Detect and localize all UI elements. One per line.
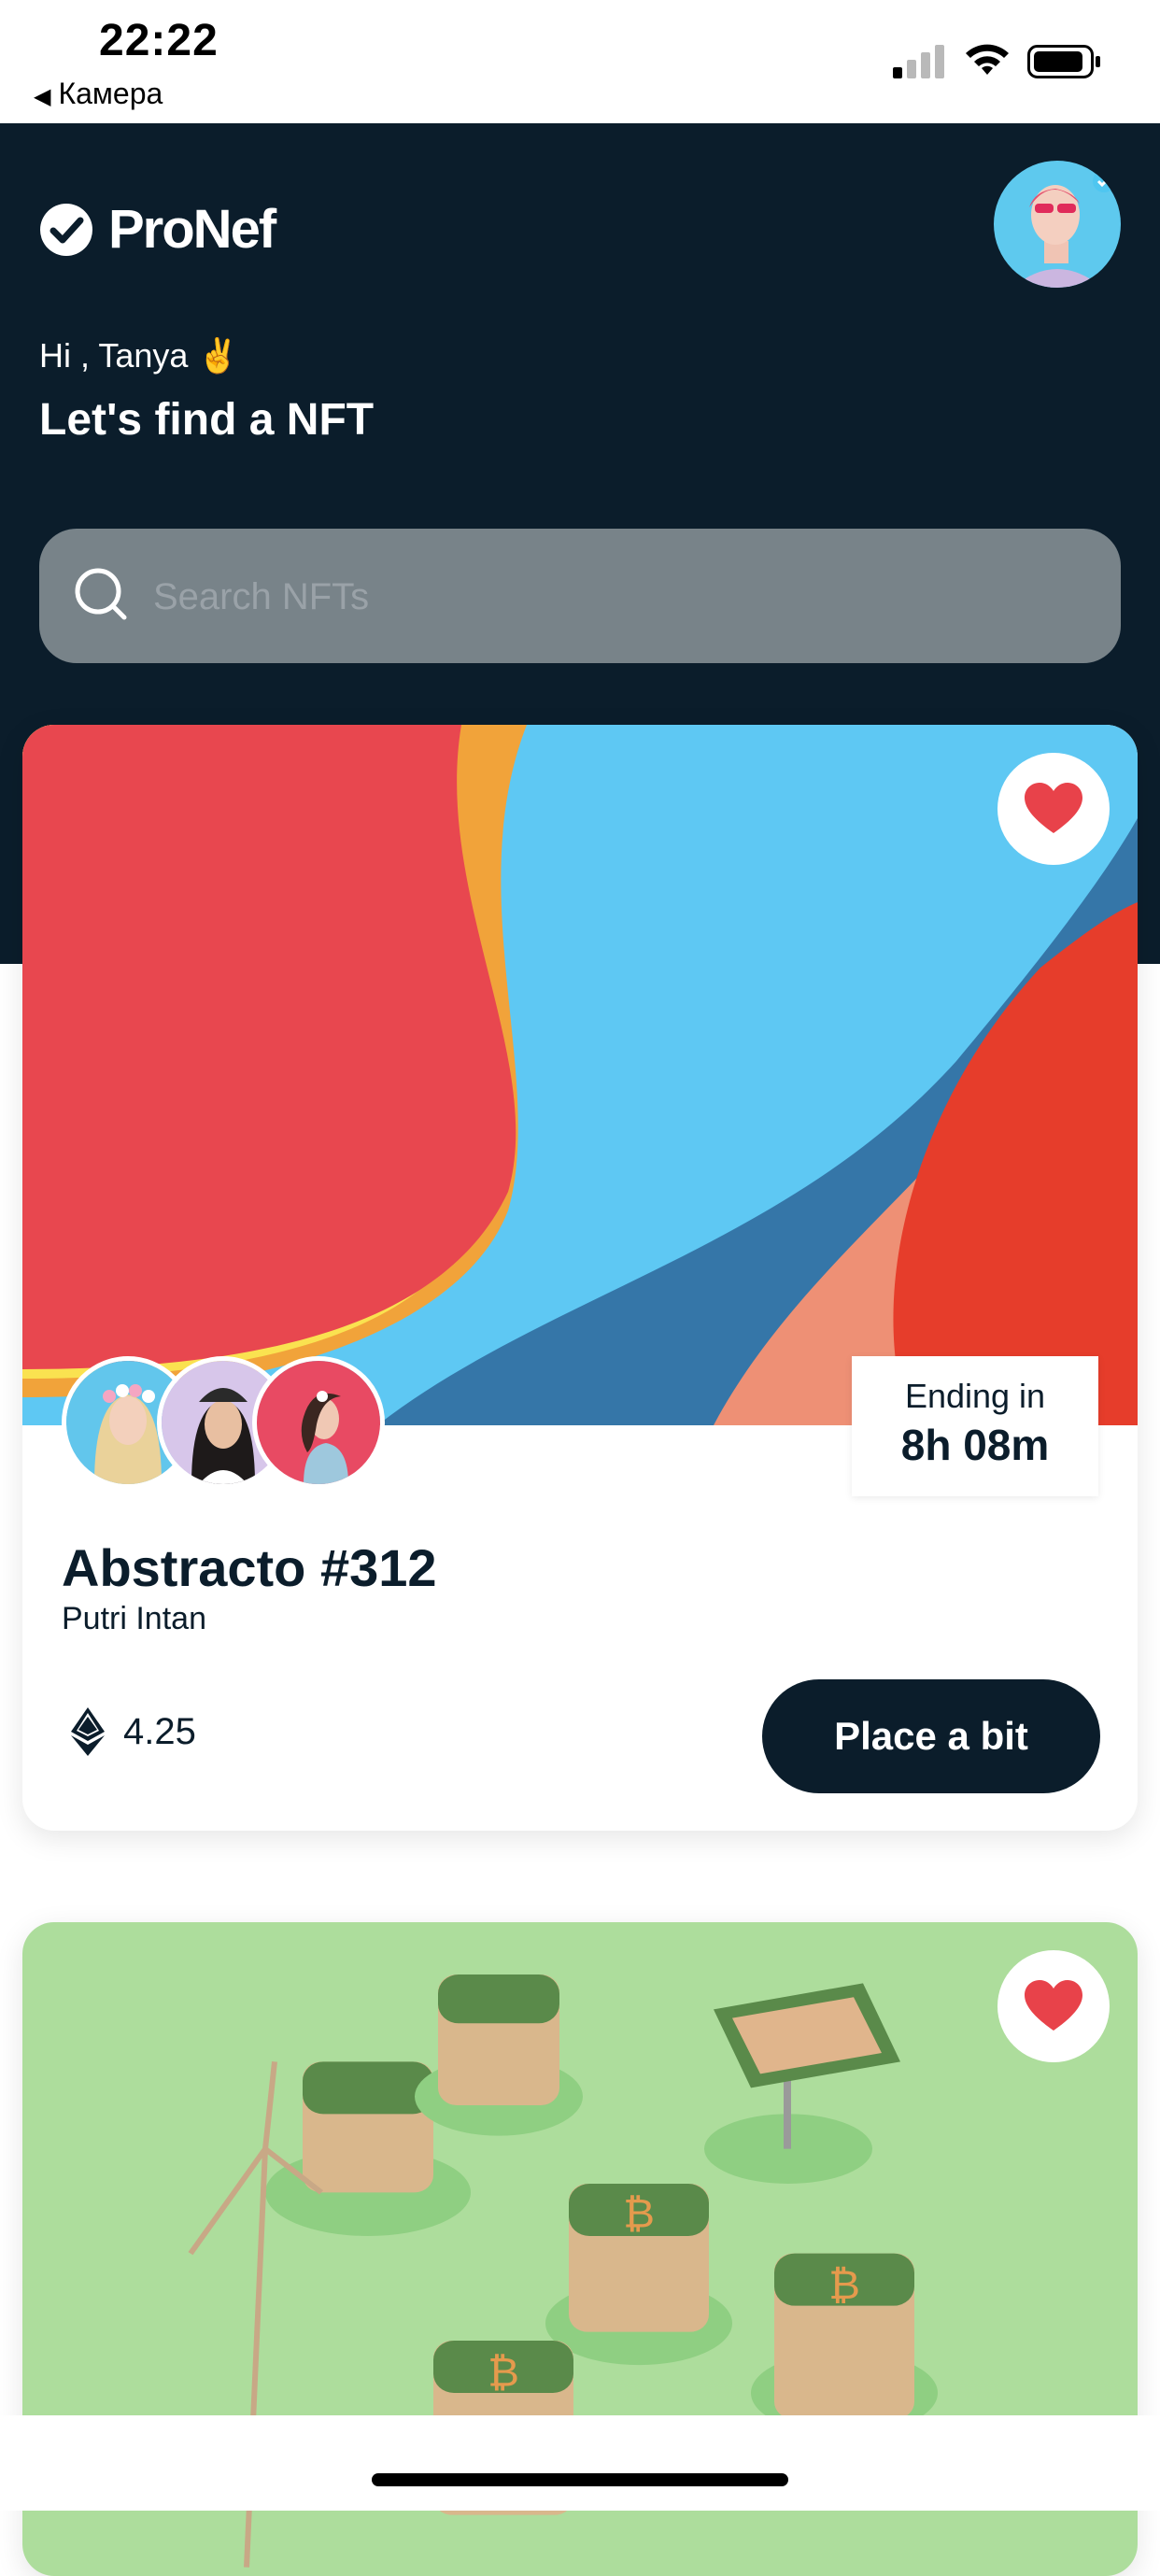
nft-price: 4.25 <box>71 1707 196 1756</box>
owner-avatars <box>62 1356 417 1489</box>
back-arrow-icon: ◀ <box>34 84 51 109</box>
heart-icon <box>1025 783 1082 833</box>
status-bar: 22:22 ◀ Камера <box>0 0 1160 123</box>
nft-card[interactable]: Ending in 8h 08m Abstracto #312 Putri In… <box>22 725 1138 1831</box>
user-avatar[interactable] <box>994 161 1121 288</box>
ending-time: 8h 08m <box>900 1421 1050 1469</box>
search-bar[interactable] <box>39 529 1121 665</box>
wifi-icon <box>966 44 1009 75</box>
search-icon <box>75 568 127 620</box>
svg-text:₿: ₿ <box>488 2351 519 2395</box>
ethereum-icon <box>71 1707 105 1756</box>
back-to-app-link[interactable]: ◀ Камера <box>34 77 163 111</box>
svg-text:₿: ₿ <box>828 2264 860 2308</box>
check-logo-icon <box>40 203 92 256</box>
owner-avatar-image <box>257 1361 380 1484</box>
nft-artwork-image <box>22 725 1138 1425</box>
back-app-label: Камера <box>58 77 163 110</box>
ending-label: Ending in <box>904 1377 1046 1415</box>
nft-author: Putri Intan <box>62 1601 206 1636</box>
cellular-signal-icon <box>893 45 944 78</box>
greeting-text: Hi , Tanya ✌️ <box>39 336 240 375</box>
auction-timer: Ending in 8h 08m <box>852 1356 1098 1496</box>
home-indicator-area <box>0 2415 1160 2511</box>
favorite-button[interactable] <box>997 753 1110 865</box>
owner-avatar[interactable] <box>252 1356 385 1489</box>
favorite-button[interactable] <box>997 1950 1110 2062</box>
heart-icon <box>1025 1980 1082 2031</box>
search-input[interactable] <box>151 529 1089 665</box>
nft-title: Abstracto #312 <box>62 1538 437 1597</box>
logo-text: ProNef <box>108 199 276 260</box>
page-title: Let's find a NFT <box>39 395 375 445</box>
avatar-image <box>994 161 1121 288</box>
battery-icon <box>1027 45 1100 78</box>
price-value: 4.25 <box>123 1710 196 1752</box>
place-bid-button[interactable]: Place a bit <box>762 1679 1100 1793</box>
svg-text:₿: ₿ <box>623 2192 655 2236</box>
home-indicator[interactable] <box>372 2473 788 2486</box>
status-time: 22:22 <box>99 16 219 65</box>
pronef-logo: ProNef <box>39 198 276 261</box>
